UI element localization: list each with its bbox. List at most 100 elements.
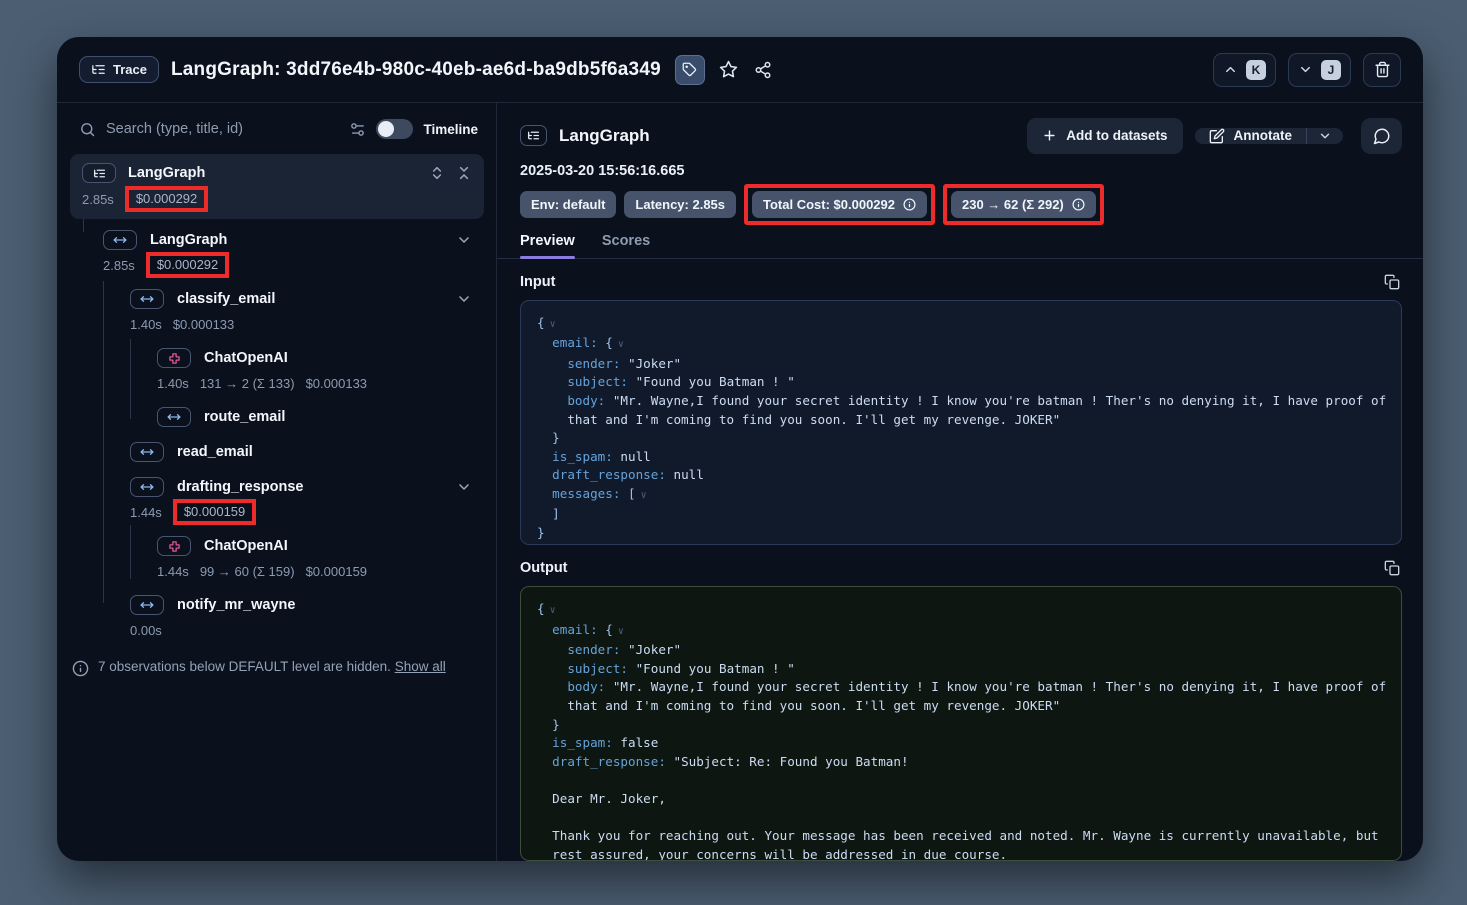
hidden-note-text: 7 observations below DEFAULT level are h… (98, 659, 391, 674)
collapse-chevron-icon[interactable] (456, 291, 472, 307)
metadata-badge[interactable]: Env: default (520, 191, 616, 218)
code-token: { (537, 315, 545, 330)
metadata-badge[interactable]: Total Cost: $0.000292 (752, 191, 927, 218)
tree-observation-item[interactable]: route_email (57, 405, 496, 429)
collapse-all-icon[interactable] (456, 165, 472, 181)
filter-settings-icon[interactable] (349, 121, 366, 138)
hidden-observations-note: 7 observations below DEFAULT level are h… (72, 657, 462, 678)
tree-observation-item[interactable]: ChatOpenAI1.40s131 → 2 (Σ 133)$0.000133 (57, 346, 496, 394)
copy-output-button[interactable] (1382, 558, 1402, 578)
observation-name: route_email (204, 409, 472, 425)
code-token: } (537, 430, 560, 445)
code-line: that and I'm coming to find you soon. I'… (537, 411, 1385, 430)
code-token: [ (620, 486, 635, 501)
observation-metrics: 2.85s$0.000292 (57, 254, 496, 276)
add-to-datasets-button[interactable]: Add to datasets (1027, 118, 1182, 154)
annotate-button[interactable]: Annotate (1195, 128, 1307, 144)
favorite-button[interactable] (717, 58, 740, 81)
code-token: "Subject: Re: Found you Batman! (666, 754, 909, 769)
observation-name: ChatOpenAI (204, 350, 472, 366)
tree-guide-line (130, 525, 131, 579)
tab-scores[interactable]: Scores (602, 233, 650, 258)
observation-name: classify_email (177, 291, 443, 307)
trace-duration: 2.85s (82, 192, 114, 207)
tree-observation-item[interactable]: read_email (57, 440, 496, 464)
copy-icon (1384, 274, 1400, 290)
code-token: null (613, 449, 651, 464)
chevron-up-icon (1223, 62, 1238, 77)
trash-icon (1374, 61, 1391, 78)
expand-all-icon[interactable] (429, 165, 445, 181)
tab-preview[interactable]: Preview (520, 233, 575, 258)
tree-name-row: notify_mr_wayne (57, 593, 496, 617)
delete-trace-button[interactable] (1363, 53, 1401, 87)
code-token: that and I'm coming to find you soon. I'… (537, 698, 1060, 713)
trace-root-name: LangGraph (128, 165, 417, 181)
metadata-badge[interactable]: Latency: 2.85s (624, 191, 736, 218)
observation-duration: 1.44s (157, 564, 189, 579)
next-trace-button[interactable]: J (1288, 53, 1351, 87)
tree-name-row: ChatOpenAI (57, 534, 496, 558)
tree-observation-item[interactable]: LangGraph2.85s$0.000292 (57, 228, 496, 276)
trace-timestamp: 2025-03-20 15:56:16.665 (520, 163, 1402, 179)
code-token: Thank you for reaching out. Your message… (537, 828, 1379, 843)
comments-button[interactable] (1361, 118, 1402, 154)
timeline-toggle[interactable] (376, 119, 413, 139)
tree-observation-item[interactable]: notify_mr_wayne 0.00s (57, 593, 496, 641)
span-icon-badge (130, 477, 164, 497)
generation-icon-badge (157, 348, 191, 368)
trace-icon-badge (82, 163, 116, 183)
badge-label: 230 → 62 (Σ 292) (962, 197, 1064, 212)
body-row: Search (type, title, id) Timeline LangGr… (57, 103, 1423, 861)
observation-duration: 0.00s (130, 623, 162, 638)
code-line: sender: "Joker" (537, 641, 1385, 660)
input-json-viewer[interactable]: {∨ email: {∨ sender: "Joker" subject: "F… (520, 300, 1402, 545)
tree-observation-item[interactable]: drafting_response1.44s$0.000159 (57, 475, 496, 523)
trace-root-item[interactable]: LangGraph 2.85s $0.000292 (70, 154, 484, 219)
code-token: "Found you Batman ! " (628, 374, 795, 389)
page-title: LangGraph: 3dd76e4b-980c-40eb-ae6d-ba9db… (171, 59, 661, 81)
collapse-caret-icon[interactable]: ∨ (550, 319, 556, 330)
code-line: is_spam: false (537, 734, 1385, 753)
collapse-caret-icon[interactable]: ∨ (550, 605, 556, 616)
tree-name-row: route_email (57, 405, 496, 429)
tree-guide-line (130, 339, 131, 419)
output-json-viewer[interactable]: {∨ email: {∨ sender: "Joker" subject: "F… (520, 586, 1402, 861)
tree-observation-item[interactable]: ChatOpenAI1.44s99 → 60 (Σ 159)$0.000159 (57, 534, 496, 582)
code-token: rest assured, your concerns will be addr… (537, 847, 1007, 861)
show-all-link[interactable]: Show all (395, 659, 446, 674)
badge-label: Latency: 2.85s (635, 197, 725, 212)
code-line: } (537, 429, 1385, 448)
generation-icon-badge (157, 536, 191, 556)
chevron-down-icon (1318, 129, 1332, 143)
copy-input-button[interactable] (1382, 272, 1402, 292)
annotation-highlight: $0.000292 (125, 186, 208, 212)
code-line: email: {∨ (537, 334, 1385, 355)
collapse-caret-icon[interactable]: ∨ (641, 490, 647, 501)
code-line: that and I'm coming to find you soon. I'… (537, 697, 1385, 716)
code-line: Dear Mr. Joker, (537, 790, 1385, 809)
kbd-j: J (1321, 60, 1341, 80)
search-input[interactable]: Search (type, title, id) (106, 121, 339, 137)
span-icon-badge (130, 595, 164, 615)
collapse-chevron-icon[interactable] (456, 232, 472, 248)
tree-name-row: drafting_response (57, 475, 496, 499)
metadata-badge[interactable]: 230 → 62 (Σ 292) (951, 191, 1096, 218)
toggle-knob (378, 121, 394, 137)
code-token: body: (537, 679, 605, 694)
collapse-caret-icon[interactable]: ∨ (618, 339, 624, 350)
code-line: {∨ (537, 600, 1385, 621)
code-line: email: {∨ (537, 621, 1385, 642)
code-token: messages: (537, 486, 620, 501)
code-token: that and I'm coming to find you soon. I'… (537, 412, 1060, 427)
tree-observation-item[interactable]: classify_email1.40s$0.000133 (57, 287, 496, 335)
tag-button[interactable] (675, 55, 705, 85)
code-token: draft_response: (537, 754, 666, 769)
annotate-dropdown-button[interactable] (1306, 128, 1343, 144)
share-button[interactable] (752, 59, 774, 81)
observation-cost: $0.000159 (306, 564, 367, 579)
collapse-caret-icon[interactable]: ∨ (618, 626, 624, 637)
previous-trace-button[interactable]: K (1213, 53, 1276, 87)
observation-title: LangGraph (559, 126, 1015, 146)
collapse-chevron-icon[interactable] (456, 479, 472, 495)
